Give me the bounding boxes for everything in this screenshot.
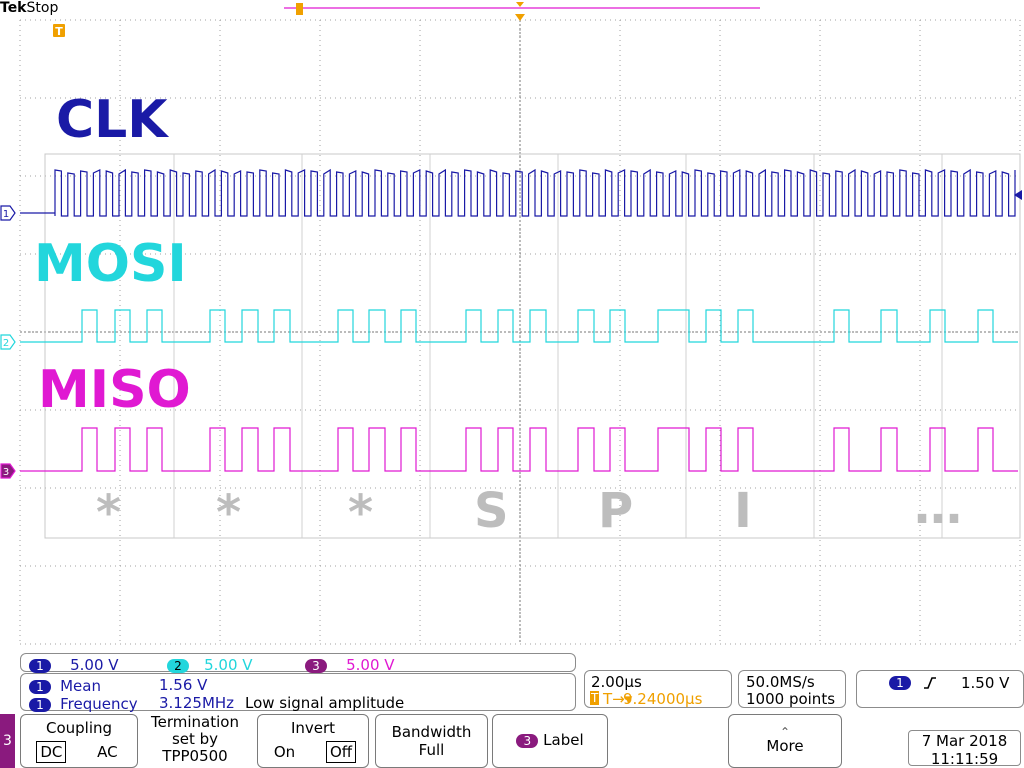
timebase-scale: 2.00µs [591,673,642,691]
record-length: 1000 points [746,690,836,708]
rising-edge-icon [924,677,936,689]
timebase-readout[interactable]: 2.00µs T T→▾ 9.24000µs [584,670,732,708]
trigger-level: 1.50 V [961,674,1010,692]
trigger-position-icon: T [590,691,600,705]
trigger-position-icon-label: T [55,25,63,38]
coupling-ac[interactable]: AC [93,741,121,763]
label-ch-badge: 3 [516,734,539,748]
ch3-scale-value: 5.00 V [346,656,395,674]
measurement-value: 1.56 V [159,676,208,694]
ch2-scale-value: 5.00 V [204,656,253,674]
datetime-readout: 7 Mar 2018 11:11:59 [908,730,1021,768]
invert-title: Invert [290,719,336,737]
label-button-text: Label [543,731,584,749]
measurement-note: Low signal amplitude [245,694,405,712]
measurement-row: 1 Frequency [29,694,138,713]
decoded-char: I [734,483,752,539]
invert-on[interactable]: On [270,741,299,763]
measurement-name: Frequency [60,695,138,713]
decoded-char: * [96,485,122,541]
sample-rate: 50.0MS/s [746,673,815,691]
clk-trace [20,168,1016,217]
acquisition-state: Stop [26,0,59,16]
mosi-trace [20,309,1018,343]
decoded-char: * [216,485,242,541]
ch3-badge: 3 [305,659,327,673]
tek-logo: Tek [0,0,27,16]
time: 11:11:59 [930,750,999,768]
coupling-title: Coupling [45,719,113,737]
decoded-char: S [474,483,509,539]
bandwidth-title: Bandwidth [391,723,472,741]
label-clk: CLK [56,90,168,150]
trigger-readout[interactable]: 1 1.50 V [856,670,1024,708]
measurement-ch-badge: 1 [29,680,51,694]
decoded-char: … [914,479,962,535]
more-text: More [766,737,804,755]
expansion-marker [515,14,525,21]
ch1-scale[interactable]: 1 5.00 V [29,655,119,674]
measurements-panel: 1 Mean 1.56 V 1 Frequency 3.125MHz Low s… [20,673,576,713]
more-button[interactable]: ⌃ More [728,714,842,768]
status-header: TekStop [0,0,58,16]
measurement-value: 3.125MHz [159,694,235,712]
bandwidth-button[interactable]: Bandwidth Full [375,714,488,768]
expansion-marker-top [516,2,524,7]
measurement-ch-badge: 1 [29,698,51,712]
termination-info: Termination set by TPP0500 [139,714,251,768]
termination-line2: set by [171,730,219,748]
chevron-up-icon: ⌃ [779,725,791,739]
label-mosi: MOSI [34,234,187,294]
timebase-delay: 9.24000µs [623,690,703,708]
coupling-button[interactable]: Coupling DC AC [20,714,138,768]
channel-number-label: 2 [3,338,9,349]
decoded-char: P [598,483,634,539]
acquisition-readout: 50.0MS/s 1000 points [738,670,846,708]
ch1-scale-value: 5.00 V [70,656,119,674]
decoded-char: * [348,485,374,541]
termination-line1: Termination [151,713,239,731]
coupling-dc[interactable]: DC [36,741,67,763]
label-button[interactable]: 3 Label [492,714,608,768]
ch2-scale[interactable]: 2 5.00 V [167,655,253,674]
label-miso: MISO [38,360,191,420]
invert-off[interactable]: Off [325,741,357,763]
measurement-name: Mean [60,677,101,695]
termination-line3: TPP0500 [162,747,228,765]
ch1-badge: 1 [29,659,51,673]
channel-menu-tab[interactable]: 3 [0,714,15,768]
ch3-scale[interactable]: 3 5.00 V [305,655,395,674]
record-trigger-marker [296,3,303,15]
miso-trace [20,427,1018,472]
ch2-badge: 2 [167,659,189,673]
measurement-row: 1 Mean [29,676,101,695]
date: 7 Mar 2018 [921,732,1008,750]
bandwidth-value: Full [418,741,445,759]
trigger-ch-badge: 1 [889,676,911,690]
channel-scale-bar: 1 5.00 V 2 5.00 V 3 5.00 V [20,653,576,674]
channel-number-label: 1 [3,209,9,220]
channel-number-label: 3 [3,467,9,478]
invert-button[interactable]: Invert On Off [257,714,369,768]
